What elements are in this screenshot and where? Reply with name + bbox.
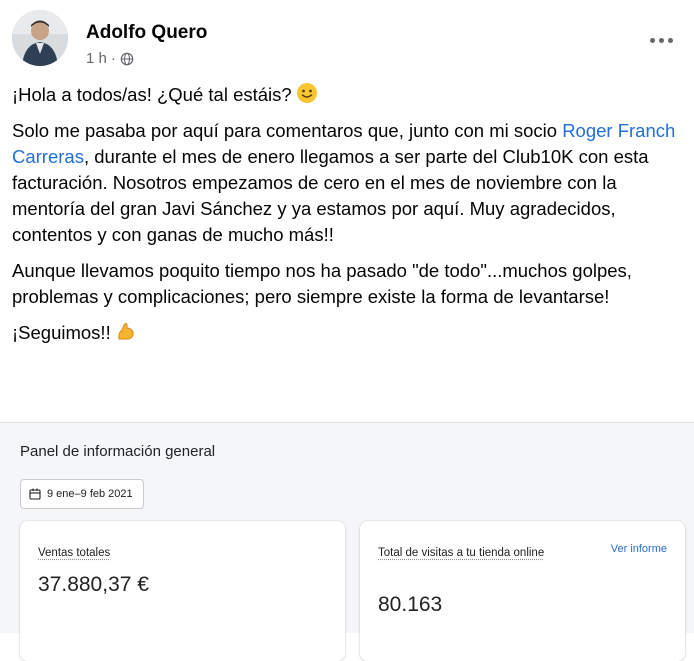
post-paragraph-2: Solo me pasaba por aquí para comentaros … [12, 120, 676, 245]
total-sales-card: Ventas totales 37.880,37 € [20, 521, 345, 661]
dashboard-title: Panel de información general [20, 443, 216, 460]
dashboard-screenshot: Panel de información general 9 ene–9 feb… [0, 422, 694, 661]
more-horizontal-icon [649, 37, 655, 43]
post-paragraph-1: ¡Hola a todos/as! ¿Qué tal estáis? [12, 82, 684, 108]
more-options-button[interactable] [644, 28, 678, 52]
total-sales-label: Ventas totales [38, 547, 111, 559]
total-sales-value: 37.880,37 € [38, 573, 149, 596]
total-visits-value: 80.163 [378, 593, 443, 616]
post-time[interactable]: 1 h [86, 50, 107, 67]
flexed-biceps-icon [118, 323, 134, 340]
globe-icon[interactable] [120, 52, 134, 66]
author-name[interactable]: Adolfo Quero [86, 22, 207, 44]
total-visits-card: Total de visitas a tu tienda online Ver … [360, 521, 685, 661]
slightly-smiling-face-icon [296, 83, 317, 103]
post-paragraph-4: ¡Seguimos!! [12, 320, 684, 346]
total-visits-label: Total de visitas a tu tienda online [378, 547, 545, 559]
view-report-link[interactable]: Ver informe [611, 543, 667, 555]
meta-separator: · [110, 50, 116, 67]
post-meta: 1 h · [86, 50, 134, 67]
post-paragraph-3: Aunque llevamos poquito tiempo nos ha pa… [12, 260, 632, 307]
avatar[interactable] [12, 10, 68, 66]
date-range-button[interactable]: 9 ene–9 feb 2021 [20, 479, 144, 509]
date-range-label: 9 ene–9 feb 2021 [47, 488, 133, 500]
post-text: ¡Hola a todos/as! ¿Qué tal estáis? Solo … [12, 82, 684, 356]
calendar-icon [29, 488, 41, 500]
post-header: Adolfo Quero 1 h · [12, 10, 682, 67]
avatar-image [12, 10, 68, 66]
